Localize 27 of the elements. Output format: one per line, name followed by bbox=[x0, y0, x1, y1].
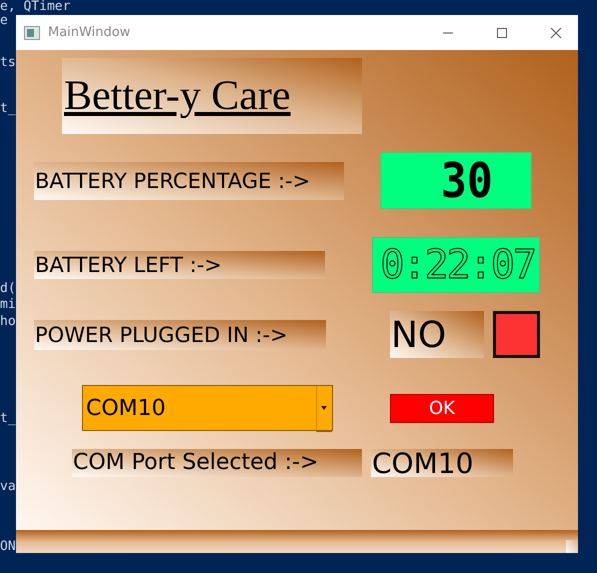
window-title: MainWindow bbox=[48, 25, 130, 40]
code-text: e bbox=[0, 14, 8, 28]
code-text: t_ bbox=[0, 412, 16, 426]
field-label: BATTERY LEFT :-> bbox=[34, 251, 325, 279]
port-dropdown[interactable]: COM10 bbox=[82, 385, 333, 431]
code-text: ho bbox=[0, 315, 16, 329]
code-text: ts bbox=[0, 56, 16, 70]
code-text: t_ bbox=[0, 102, 16, 116]
code-text: e, QTimer bbox=[0, 0, 70, 14]
caret-icon bbox=[321, 406, 327, 410]
field-label: BATTERY PERCENTAGE :-> bbox=[34, 162, 344, 200]
code-text: mi bbox=[0, 298, 16, 312]
maximize-icon[interactable] bbox=[496, 26, 508, 38]
selected-port: COM10 bbox=[371, 449, 513, 477]
percentage-display: 30 bbox=[380, 152, 532, 209]
code-text: ON bbox=[0, 540, 16, 554]
size-grip[interactable] bbox=[566, 540, 578, 553]
time-display: 0:22:07 bbox=[372, 237, 540, 293]
code-text: va bbox=[0, 480, 16, 494]
app-heading: Better-y Care bbox=[62, 58, 362, 134]
field-label: COM Port Selected :-> bbox=[72, 449, 362, 477]
power-status: NO bbox=[390, 311, 484, 358]
app-icon bbox=[24, 26, 40, 40]
close-icon[interactable] bbox=[550, 26, 562, 38]
field-label: POWER PLUGGED IN :-> bbox=[34, 320, 326, 350]
ok-button[interactable]: OK bbox=[390, 394, 494, 423]
code-text: d( bbox=[0, 282, 16, 296]
